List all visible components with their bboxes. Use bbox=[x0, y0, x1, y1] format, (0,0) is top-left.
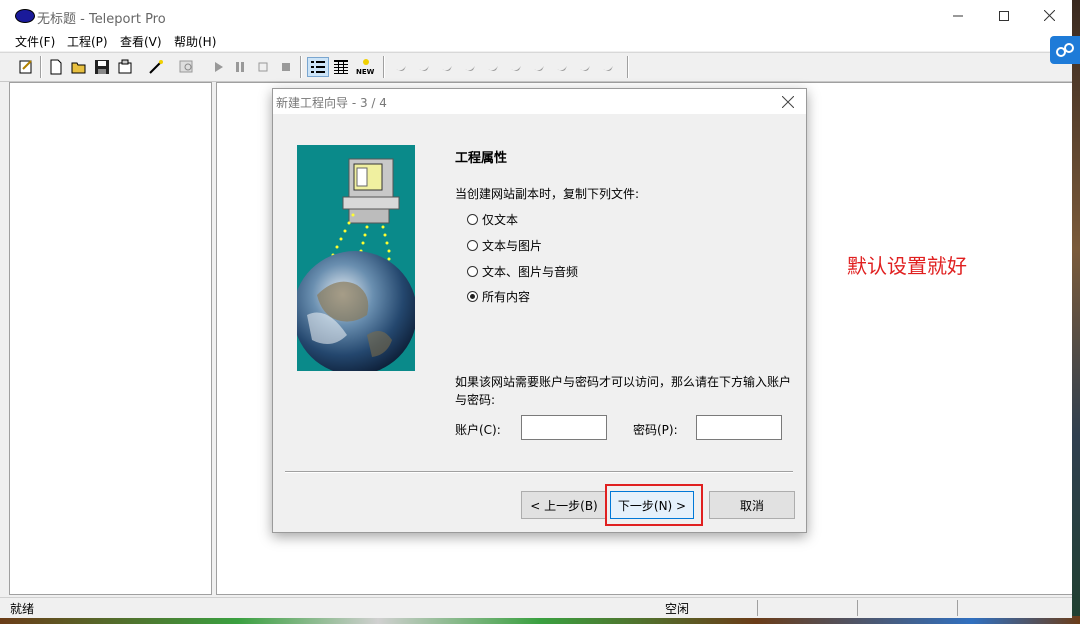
close-icon bbox=[782, 96, 794, 108]
tb-properties-button[interactable] bbox=[17, 58, 35, 76]
radio-label: 仅文本 bbox=[482, 213, 519, 227]
teleport-app-icon bbox=[15, 9, 35, 23]
next-button-highlight bbox=[605, 484, 703, 526]
maximize-icon bbox=[999, 10, 1009, 21]
close-window-button[interactable] bbox=[1026, 0, 1072, 31]
new-badge-icon: NEW bbox=[356, 59, 375, 76]
menu-file[interactable]: 文件(F) bbox=[15, 33, 55, 50]
disabled-tool-icon bbox=[534, 66, 544, 71]
close-icon bbox=[1043, 10, 1055, 21]
disabled-tool-icon bbox=[557, 66, 567, 71]
radio-text-only[interactable]: 仅文本 bbox=[467, 211, 518, 228]
open-folder-icon bbox=[71, 62, 86, 74]
disabled-tool-icon bbox=[396, 66, 406, 71]
tb-new-project-button[interactable]: NEW bbox=[355, 58, 377, 76]
tb-view-details-button[interactable] bbox=[332, 58, 350, 76]
project-properties-icon bbox=[118, 59, 132, 74]
disabled-tool-icon bbox=[580, 66, 590, 71]
status-idle: 空闲 bbox=[665, 602, 690, 616]
stop-outline-icon bbox=[258, 62, 268, 72]
window-title: 无标题 - Teleport Pro bbox=[37, 12, 166, 27]
tb-new-button[interactable] bbox=[47, 58, 65, 76]
dialog-divider bbox=[285, 471, 793, 473]
annotation-default-settings: 默认设置就好 bbox=[847, 254, 967, 278]
computer-globe-image bbox=[297, 158, 415, 371]
cancel-button[interactable]: 取消 bbox=[709, 491, 795, 519]
login-note: 如果该网站需要账户与密码才可以访问，那么请在下方输入账户与密码: bbox=[455, 375, 792, 407]
desktop-background-right bbox=[1072, 0, 1080, 624]
account-label: 账户(C): bbox=[455, 423, 501, 437]
radio-indicator[interactable] bbox=[467, 266, 478, 277]
radio-text-images-audio[interactable]: 文本、图片与音频 bbox=[467, 263, 578, 280]
back-button[interactable]: < 上一步(B) bbox=[521, 491, 607, 519]
disabled-tool-icon bbox=[511, 66, 521, 71]
password-input[interactable] bbox=[696, 415, 782, 440]
tb-open-button[interactable] bbox=[70, 58, 88, 76]
toolbar: NEW bbox=[0, 52, 1072, 82]
menu-bar: 文件(F) 工程(P) 查看(V) 帮助(H) bbox=[0, 31, 1072, 51]
new-document-icon bbox=[50, 59, 62, 75]
disabled-tool-icon bbox=[488, 66, 498, 71]
radio-indicator[interactable] bbox=[467, 214, 478, 225]
title-bar: 无标题 - Teleport Pro bbox=[0, 0, 1072, 31]
maximize-button[interactable] bbox=[981, 0, 1027, 31]
browse-icon bbox=[179, 60, 193, 73]
disabled-tool-icon bbox=[419, 66, 429, 71]
tb-pause-button[interactable] bbox=[231, 58, 249, 76]
menu-project[interactable]: 工程(P) bbox=[67, 33, 108, 50]
radio-text-images[interactable]: 文本与图片 bbox=[467, 237, 542, 254]
disabled-tool-icon bbox=[442, 66, 452, 71]
radio-label: 文本与图片 bbox=[482, 239, 543, 253]
status-ready: 就绪 bbox=[10, 602, 35, 616]
disabled-tool-icon bbox=[465, 66, 475, 71]
tb-browse-button[interactable] bbox=[178, 58, 196, 76]
wizard-illustration bbox=[297, 145, 415, 371]
copy-files-prompt: 当创建网站副本时，复制下列文件: bbox=[455, 187, 640, 201]
radio-indicator[interactable] bbox=[467, 240, 478, 251]
save-disk-icon bbox=[95, 60, 109, 74]
list-view-icon bbox=[311, 61, 325, 73]
radio-all-content[interactable]: 所有内容 bbox=[467, 288, 530, 305]
menu-view[interactable]: 查看(V) bbox=[120, 33, 162, 50]
minimize-icon bbox=[953, 15, 963, 16]
tb-disabled-buttons bbox=[390, 58, 630, 76]
cloud-link-icon bbox=[1056, 43, 1074, 57]
minimize-button[interactable] bbox=[935, 0, 981, 31]
side-cloud-app-icon[interactable] bbox=[1050, 36, 1080, 64]
tb-stop-button[interactable] bbox=[277, 58, 295, 76]
radio-label: 所有内容 bbox=[482, 290, 531, 304]
magic-wand-icon bbox=[149, 60, 163, 74]
tb-wizard-button[interactable] bbox=[147, 58, 165, 76]
dialog-close-button[interactable] bbox=[779, 93, 797, 111]
project-tree-pane[interactable] bbox=[9, 82, 212, 595]
play-icon bbox=[215, 62, 223, 72]
tb-project-properties-button[interactable] bbox=[116, 58, 134, 76]
password-label: 密码(P): bbox=[633, 423, 678, 437]
new-badge-label: NEW bbox=[356, 68, 375, 76]
status-bar: 就绪 空闲 bbox=[0, 597, 1072, 618]
tb-view-list-button[interactable] bbox=[307, 57, 329, 77]
menu-help[interactable]: 帮助(H) bbox=[174, 33, 216, 50]
details-view-icon bbox=[334, 60, 348, 74]
disabled-tool-icon bbox=[603, 66, 613, 71]
new-project-wizard-dialog: 新建工程向导 - 3 / 4 工程属性 当创建网站副本时，复制下列文件: 仅文本… bbox=[272, 88, 807, 533]
tb-start-button[interactable] bbox=[209, 58, 227, 76]
edit-properties-icon bbox=[19, 60, 32, 74]
dialog-title-bar: 新建工程向导 - 3 / 4 bbox=[273, 89, 806, 114]
dialog-title: 新建工程向导 - 3 / 4 bbox=[276, 96, 387, 110]
tb-save-button[interactable] bbox=[93, 58, 111, 76]
section-heading: 工程属性 bbox=[455, 151, 508, 166]
tb-stop-outline-button[interactable] bbox=[254, 58, 272, 76]
radio-label: 文本、图片与音频 bbox=[482, 265, 579, 279]
account-input[interactable] bbox=[521, 415, 607, 440]
pause-icon bbox=[236, 62, 244, 72]
stop-icon bbox=[282, 63, 290, 71]
radio-indicator-selected[interactable] bbox=[467, 291, 478, 302]
